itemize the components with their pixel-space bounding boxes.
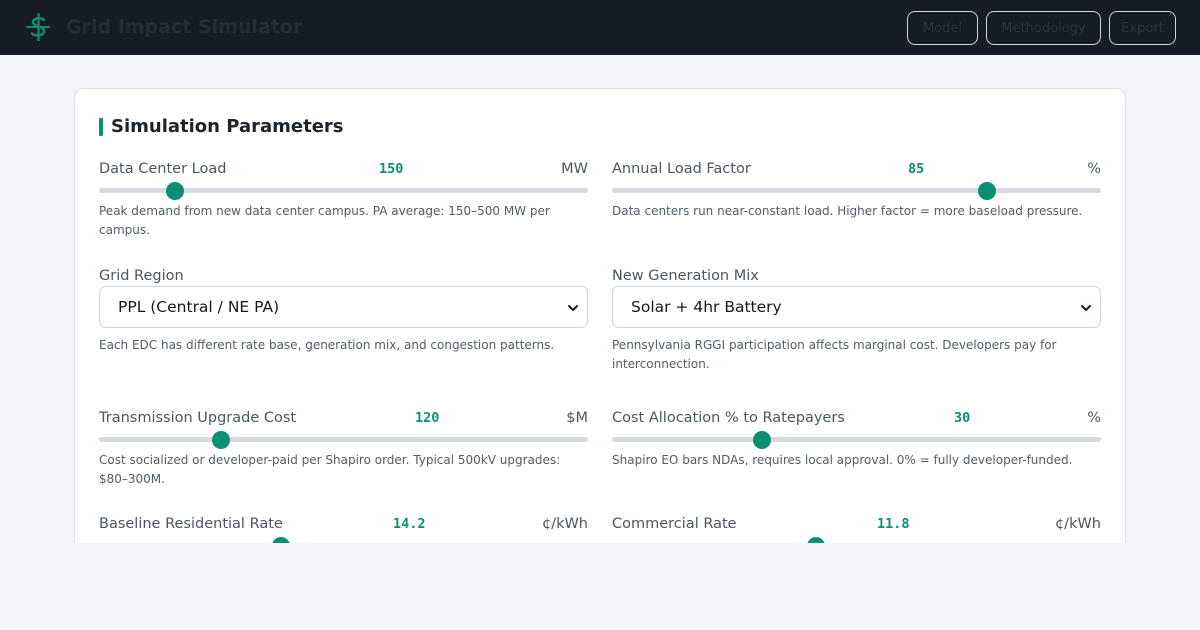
transmission-cost-unit: $M [566, 410, 588, 426]
annual-load-factor-value: 85 [908, 161, 925, 177]
annual-load-factor-slider-thumb[interactable] [978, 181, 997, 200]
generation-mix-select[interactable]: Solar + 4hr Battery [612, 286, 1101, 328]
transmission-cost-slider[interactable] [99, 430, 588, 449]
data-center-load-label: Data Center Load [99, 161, 227, 177]
commercial-rate-label: Commercial Rate [612, 516, 737, 532]
grid-region-label: Grid Region [99, 268, 184, 284]
data-center-load-value: 150 [379, 161, 404, 177]
generation-mix-help: Pennsylvania RGGI participation affects … [612, 338, 1057, 371]
commercial-rate-value: 11.8 [877, 516, 910, 532]
data-center-load-slider-thumb[interactable] [165, 181, 184, 200]
transmission-cost-slider-thumb[interactable] [211, 430, 230, 449]
title-accent-bar [99, 118, 103, 136]
residential-rate-label: Baseline Residential Rate [99, 516, 283, 532]
data-center-load-help: Peak demand from new data center campus.… [99, 204, 550, 237]
generation-mix-label: New Generation Mix [612, 268, 759, 284]
residential-rate-value: 14.2 [393, 516, 426, 532]
cost-allocation-slider[interactable] [612, 430, 1101, 449]
data-center-load-slider[interactable] [99, 181, 588, 200]
grid-region-help: Each EDC has different rate base, genera… [99, 338, 555, 352]
cost-allocation-unit: % [1087, 410, 1101, 426]
commercial-rate-unit: ¢/kWh [1054, 516, 1101, 532]
cost-allocation-slider-thumb[interactable] [753, 430, 772, 449]
residential-rate-slider-thumb[interactable] [271, 536, 290, 543]
app-title: Grid Impact Simulator [66, 16, 303, 38]
nav-methodology-button[interactable]: Methodology [986, 11, 1101, 45]
cost-allocation-value: 30 [954, 410, 971, 426]
transmission-cost-help: Cost socialized or developer-paid per Sh… [99, 453, 561, 486]
residential-rate-unit: ¢/kWh [541, 516, 588, 532]
cost-allocation-label: Cost Allocation % to Ratepayers [612, 410, 845, 426]
transmission-cost-value: 120 [415, 410, 440, 426]
top-bar: Grid Impact Simulator Model Methodology … [0, 0, 1200, 55]
nav-export-button[interactable]: Export [1109, 11, 1176, 45]
annual-load-factor-help: Data centers run near-constant load. Hig… [612, 204, 1083, 218]
annual-load-factor-slider[interactable] [612, 181, 1101, 200]
chevron-down-icon [568, 305, 578, 311]
chevron-down-icon [1081, 305, 1091, 311]
generation-mix-selected-value: Solar + 4hr Battery [631, 298, 782, 316]
cost-allocation-help: Shapiro EO bars NDAs, requires local app… [612, 453, 1073, 467]
grid-region-select[interactable]: PPL (Central / NE PA) [99, 286, 588, 328]
transmission-cost-label: Transmission Upgrade Cost [99, 410, 297, 426]
annual-load-factor-unit: % [1087, 161, 1101, 177]
data-center-load-unit: MW [561, 161, 588, 177]
panel-title: Simulation Parameters [111, 116, 344, 137]
simulation-parameters-panel: Simulation Parameters Data Center Load 1… [74, 88, 1126, 543]
grid-region-selected-value: PPL (Central / NE PA) [118, 298, 280, 316]
nav-model-button[interactable]: Model [907, 11, 978, 45]
annual-load-factor-label: Annual Load Factor [612, 161, 751, 177]
dollar-grid-icon [26, 13, 50, 41]
commercial-rate-slider-thumb[interactable] [807, 536, 826, 543]
